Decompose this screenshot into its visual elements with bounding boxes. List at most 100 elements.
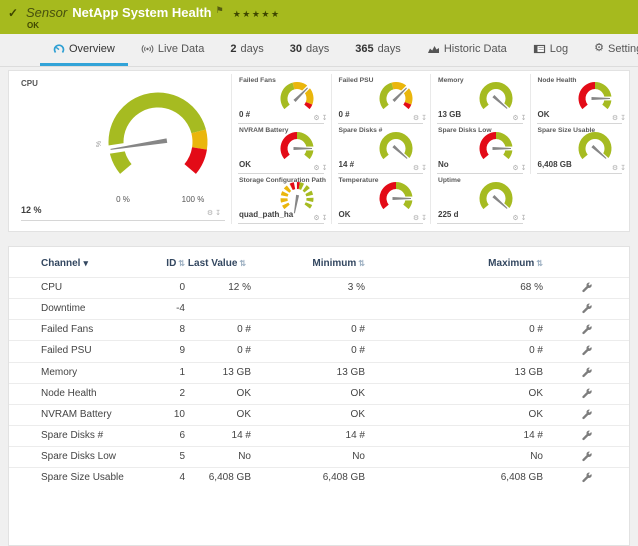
column-header-maximum[interactable]: Maximum⇅ (365, 247, 543, 278)
table-row[interactable]: CPU012 %3 %68 % (9, 278, 629, 299)
mini-gauge-chart (377, 180, 415, 216)
download-icon[interactable]: ↧ (521, 165, 527, 172)
gauge-label: Spare Disks # (339, 127, 383, 134)
table-row[interactable]: Failed Fans80 #0 #0 # (9, 320, 629, 341)
wrench-icon[interactable] (581, 451, 592, 462)
channel-name: CPU (9, 278, 145, 299)
download-icon[interactable]: ↧ (322, 215, 328, 222)
download-icon[interactable]: ↧ (521, 215, 527, 222)
gauge-label: Temperature (339, 177, 379, 184)
download-icon[interactable]: ↧ (620, 165, 626, 172)
maximum-value: 0 # (365, 320, 543, 341)
download-icon[interactable]: ↧ (620, 115, 626, 122)
gear-icon[interactable]: ⚙ (413, 115, 419, 122)
tab-overview[interactable]: Overview (40, 34, 128, 66)
last-value: 13 GB (185, 362, 251, 383)
priority-stars[interactable]: ★★★★★ (233, 9, 281, 19)
gauge-label: Node Health (538, 77, 577, 84)
tab-bar: Overview Live Data 2 days 30 days 365 da… (0, 34, 638, 67)
mini-gauge-chart (477, 180, 515, 216)
gauge-label: Memory (438, 77, 464, 84)
download-icon[interactable]: ↧ (322, 165, 328, 172)
gear-icon[interactable]: ⚙ (313, 215, 319, 222)
status-check-icon: ✓ (8, 6, 18, 20)
log-icon (533, 43, 546, 55)
tab-label: Live Data (158, 43, 204, 55)
mini-gauge-chart (278, 80, 316, 116)
download-icon[interactable]: ↧ (521, 115, 527, 122)
wrench-icon[interactable] (581, 388, 592, 399)
mini-gauge-chart (278, 130, 316, 166)
tab-365-days[interactable]: 365 days (342, 34, 414, 66)
download-icon[interactable]: ↧ (421, 165, 427, 172)
tab-label: days (378, 43, 401, 55)
tab-historic-data[interactable]: Historic Data (414, 34, 520, 66)
table-header-row: Channel▾ ID⇅ Last Value⇅ Minimum⇅ Maximu… (9, 247, 629, 278)
mini-gauge-chart (576, 80, 614, 116)
channel-id: 2 (145, 383, 185, 404)
column-header-id[interactable]: ID⇅ (145, 247, 185, 278)
gear-icon[interactable]: ⚙ (512, 165, 518, 172)
download-icon[interactable]: ↧ (421, 115, 427, 122)
tab-30-days[interactable]: 30 days (277, 34, 343, 66)
gear-icon[interactable]: ⚙ (313, 115, 319, 122)
gauge-value: 6,408 GB (538, 160, 572, 169)
column-header-last-value[interactable]: Last Value⇅ (185, 247, 251, 278)
broadcast-icon (141, 43, 154, 55)
gear-icon[interactable]: ⚙ (207, 210, 213, 217)
wrench-icon[interactable] (581, 409, 592, 420)
gear-icon[interactable]: ⚙ (313, 165, 319, 172)
table-row[interactable]: Downtime-4 (9, 299, 629, 320)
wrench-icon[interactable] (581, 303, 592, 314)
gauge-value: 12 % (21, 205, 42, 215)
gear-icon[interactable]: ⚙ (612, 115, 618, 122)
download-icon[interactable]: ↧ (215, 210, 221, 217)
wrench-icon[interactable] (581, 345, 592, 356)
wrench-icon[interactable] (581, 367, 592, 378)
row-tools (543, 278, 629, 299)
gear-icon[interactable]: ⚙ (413, 165, 419, 172)
gauge-max-label: 100 % (171, 195, 215, 204)
channel-name: Node Health (9, 383, 145, 404)
mini-gauge-grid: Failed Fans0 #⚙↧Failed PSU0 #⚙↧Memory13 … (231, 74, 629, 224)
gauge-cell-nvram-battery: NVRAM BatteryOK⚙↧ (231, 124, 331, 174)
table-row[interactable]: Spare Disks #614 #14 #14 # (9, 425, 629, 446)
tab-2-days[interactable]: 2 days (217, 34, 276, 66)
gear-icon[interactable]: ⚙ (413, 215, 419, 222)
table-row[interactable]: Spare Size Usable46,408 GB6,408 GB6,408 … (9, 468, 629, 489)
gear-icon[interactable]: ⚙ (512, 115, 518, 122)
sensor-header: ✓ SensorNetApp System Health⚑★★★★★ OK (0, 0, 638, 34)
column-header-channel[interactable]: Channel▾ (9, 247, 145, 278)
gauge-cell-memory: Memory13 GB⚙↧ (430, 74, 530, 124)
minimum-value: 0 # (251, 341, 365, 362)
gauge-value: 0 # (339, 110, 350, 119)
gauge-cell-failed-psu: Failed PSU0 #⚙↧ (331, 74, 431, 124)
download-icon[interactable]: ↧ (421, 215, 427, 222)
gear-icon[interactable]: ⚙ (612, 165, 618, 172)
table-row[interactable]: Memory113 GB13 GB13 GB (9, 362, 629, 383)
tab-live-data[interactable]: Live Data (128, 34, 217, 66)
table-row[interactable]: Failed PSU90 #0 #0 # (9, 341, 629, 362)
wrench-icon[interactable] (581, 324, 592, 335)
tab-settings[interactable]: ⚙ Settings (581, 34, 638, 66)
tab-label: days (240, 43, 263, 55)
tab-log[interactable]: Log (520, 34, 581, 66)
channel-id: 10 (145, 404, 185, 425)
tab-label: Log (550, 43, 568, 55)
table-row[interactable]: Node Health2OKOKOK (9, 383, 629, 404)
gauge-value: 0 # (239, 110, 250, 119)
row-tools (543, 362, 629, 383)
wrench-icon[interactable] (581, 430, 592, 441)
gauge-cell-spare-disks: Spare Disks #14 #⚙↧ (331, 124, 431, 174)
table-row[interactable]: NVRAM Battery10OKOKOK (9, 404, 629, 425)
gauge-cell-node-health: Node HealthOK⚙↧ (530, 74, 630, 124)
column-header-minimum[interactable]: Minimum⇅ (251, 247, 365, 278)
gear-icon[interactable]: ⚙ (512, 215, 518, 222)
wrench-icon[interactable] (581, 282, 592, 293)
maximum-value: 6,408 GB (365, 468, 543, 489)
wrench-icon[interactable] (581, 472, 592, 483)
channel-table-panel: Channel▾ ID⇅ Last Value⇅ Minimum⇅ Maximu… (8, 246, 630, 546)
channel-id: 8 (145, 320, 185, 341)
download-icon[interactable]: ↧ (322, 115, 328, 122)
table-row[interactable]: Spare Disks Low5NoNoNo (9, 447, 629, 468)
